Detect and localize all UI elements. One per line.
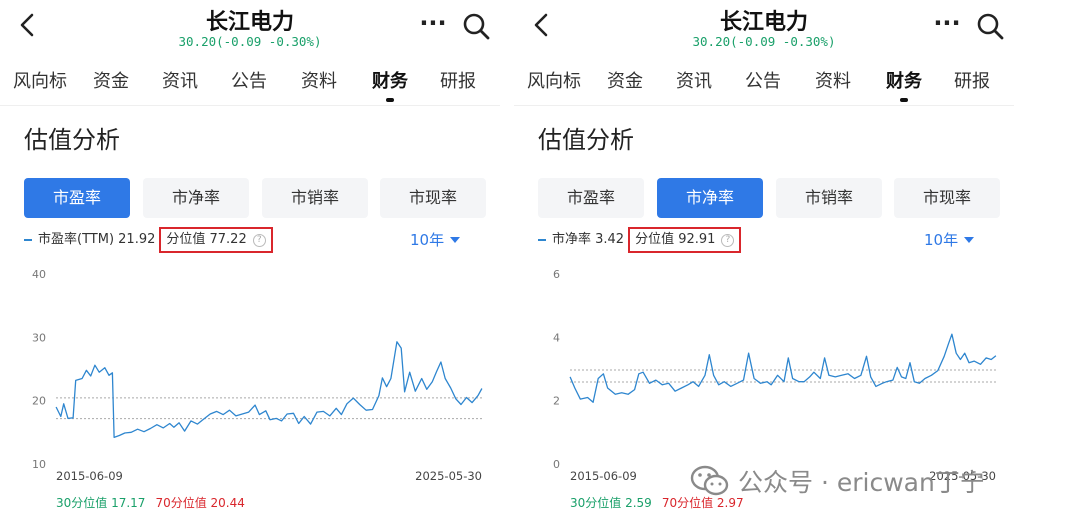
y-tick-label: 20: [32, 395, 46, 408]
search-icon[interactable]: [974, 10, 1006, 42]
range-selector[interactable]: 10年: [410, 226, 461, 254]
p30-label: 30分位值 2.59: [570, 496, 652, 510]
x-tick-label-start: 2015-06-09: [570, 469, 637, 483]
tab-research[interactable]: 研报: [936, 56, 1008, 106]
caret-down-icon: [964, 237, 975, 243]
metric-tab-pe[interactable]: 市盈率: [24, 178, 130, 218]
legend-swatch: [24, 239, 32, 241]
nav-tabs: 风向标 资金 资讯 公告 资料 财务 研报: [514, 56, 1014, 106]
app-header: 长江电力 30.20(-0.09 -0.30%) ···: [0, 0, 500, 56]
legend-label: 市盈率(TTM) 21.92: [38, 232, 156, 247]
chart-legend: 市盈率(TTM) 21.92 分位值 77.22 ?: [24, 226, 273, 254]
watermark: 公众号 · ericwan丁宁: [690, 458, 985, 504]
percentile-highlight-box: 分位值 92.91 ?: [628, 227, 742, 253]
y-tick-label: 40: [32, 268, 46, 281]
help-icon[interactable]: ?: [721, 233, 735, 247]
app-header: 长江电力 30.20(-0.09 -0.30%) ···: [514, 0, 1014, 56]
valuation-panel-pe: 长江电力 30.20(-0.09 -0.30%) ··· 风向标 资金 资讯 公…: [0, 0, 500, 522]
tab-profile[interactable]: 资料: [794, 56, 872, 106]
x-tick-label-start: 2015-06-09: [56, 469, 123, 483]
section-title: 估值分析: [538, 126, 634, 154]
series-line: [55, 341, 483, 439]
help-icon[interactable]: ?: [252, 233, 266, 247]
metric-tab-pb[interactable]: 市净率: [143, 178, 249, 218]
y-tick-label: 2: [553, 395, 560, 408]
y-tick-label: 4: [553, 331, 560, 344]
more-options-icon[interactable]: ···: [418, 10, 448, 40]
more-options-icon[interactable]: ···: [932, 10, 962, 40]
percentile-value: 分位值 77.22: [166, 232, 247, 247]
wechat-icon: [690, 465, 729, 496]
watermark-text: 公众号 · ericwan丁宁: [738, 468, 985, 497]
tab-news[interactable]: 资讯: [142, 56, 218, 106]
tab-fengxiangbiao[interactable]: 风向标: [514, 56, 594, 106]
tab-profile[interactable]: 资料: [280, 56, 358, 106]
tab-research[interactable]: 研报: [422, 56, 494, 106]
metric-tab-pcf[interactable]: 市现率: [380, 178, 486, 218]
percentile-value: 分位值 92.91: [635, 232, 716, 247]
y-tick-label: 0: [553, 458, 560, 471]
tab-funds[interactable]: 资金: [80, 56, 142, 106]
y-tick-label: 30: [32, 331, 46, 344]
metric-tab-ps[interactable]: 市销率: [776, 178, 882, 218]
section-title: 估值分析: [24, 126, 120, 154]
valuation-panel-pb: 长江电力 30.20(-0.09 -0.30%) ··· 风向标 资金 资讯 公…: [514, 0, 1014, 522]
tab-announcements[interactable]: 公告: [732, 56, 794, 106]
pb-chart: 64202015-06-09 2025-05-30: [553, 268, 997, 483]
range-selector[interactable]: 10年: [924, 226, 975, 254]
percentile-footer: 30分位值 17.17 70分位值 20.44: [56, 494, 245, 511]
caret-down-icon: [450, 237, 461, 243]
y-tick-label: 6: [553, 268, 560, 281]
legend-swatch: [538, 239, 546, 241]
tab-funds[interactable]: 资金: [594, 56, 656, 106]
tab-announcements[interactable]: 公告: [218, 56, 280, 106]
series-line: [569, 333, 997, 403]
tab-fengxiangbiao[interactable]: 风向标: [0, 56, 80, 106]
x-tick-label-end: 2025-05-30: [415, 469, 482, 483]
metric-tab-pcf[interactable]: 市现率: [894, 178, 1000, 218]
pe-chart: 40 30 20 10 2015-06-09 2025-05-30: [32, 268, 483, 483]
tab-news[interactable]: 资讯: [656, 56, 732, 106]
range-label: 10年: [410, 231, 445, 249]
search-icon[interactable]: [460, 10, 492, 42]
metric-tab-pe[interactable]: 市盈率: [538, 178, 644, 218]
metric-tab-pb[interactable]: 市净率: [657, 178, 763, 218]
tab-finance[interactable]: 财务: [872, 56, 936, 106]
p70-label: 70分位值 20.44: [155, 496, 245, 510]
percentile-highlight-box: 分位值 77.22 ?: [159, 227, 273, 253]
legend-label: 市净率 3.42: [552, 232, 625, 247]
nav-tabs: 风向标 资金 资讯 公告 资料 财务 研报: [0, 56, 500, 106]
tab-finance[interactable]: 财务: [358, 56, 422, 106]
p30-label: 30分位值 17.17: [56, 496, 146, 510]
chart-legend: 市净率 3.42 分位值 92.91 ?: [538, 226, 742, 254]
metric-tab-ps[interactable]: 市销率: [262, 178, 368, 218]
y-tick-label: 10: [32, 458, 46, 471]
range-label: 10年: [924, 231, 959, 249]
